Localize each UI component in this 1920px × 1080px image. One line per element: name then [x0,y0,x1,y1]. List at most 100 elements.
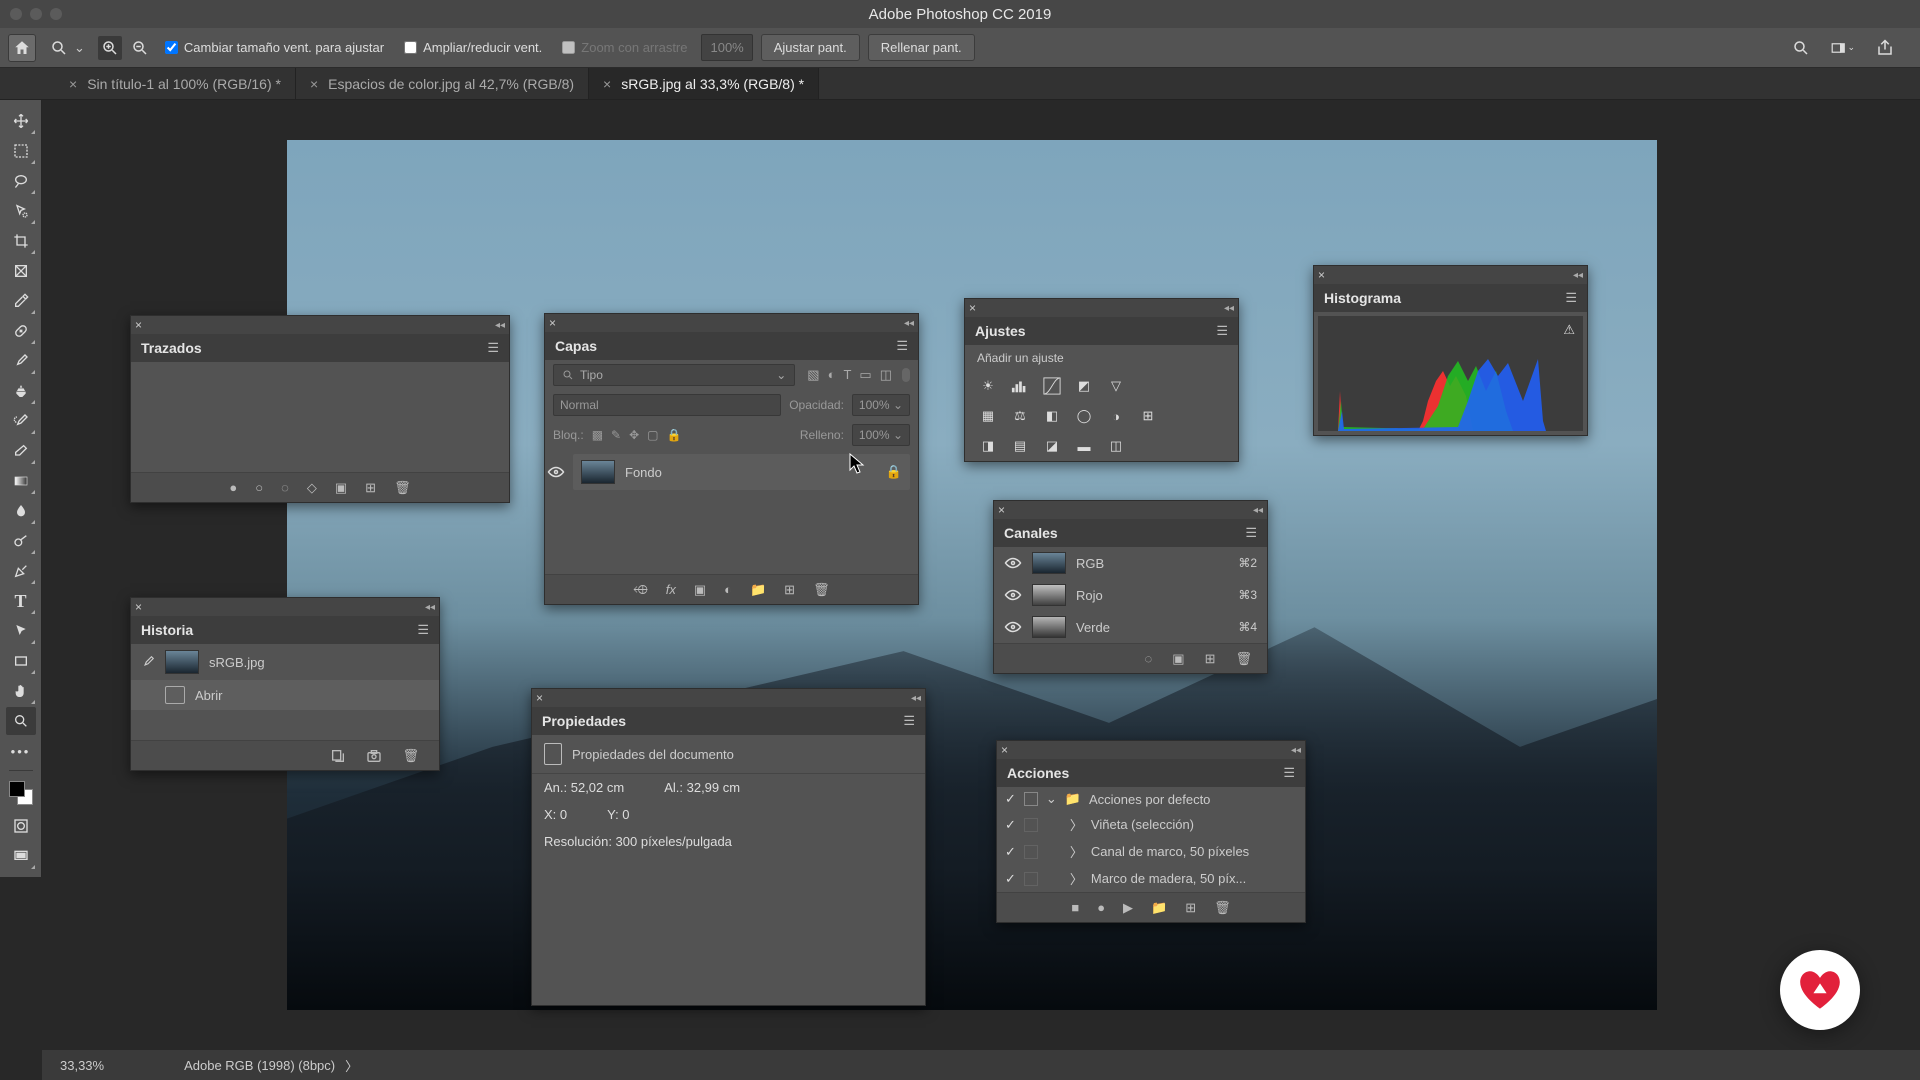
threshold-icon[interactable]: ◪ [1041,435,1063,457]
lasso-tool[interactable] [6,167,36,195]
lock-artboard-icon[interactable]: ▢ [647,428,658,442]
add-mask-icon[interactable]: ▣ [335,480,347,496]
visibility-icon[interactable] [1004,620,1022,634]
collapse-icon[interactable]: ◂◂ [911,693,921,704]
action-row[interactable]: ✓⌄📁Acciones por defecto [997,787,1305,811]
delete-channel-icon[interactable]: 🗑 [1235,651,1252,667]
path-from-selection-icon[interactable]: ◇ [307,480,317,496]
new-action-icon[interactable]: ⊞ [1185,900,1196,916]
bw-icon[interactable]: ◧ [1041,405,1063,427]
stop-icon[interactable]: ■ [1071,900,1079,915]
fit-screen-button[interactable]: Ajustar pant. [761,34,860,61]
filter-shape-icon[interactable]: ▭ [859,367,871,383]
collapse-icon[interactable]: ◂◂ [904,318,914,329]
zoom-out-icon[interactable] [128,36,152,60]
quickmask-icon[interactable] [6,812,36,840]
lock-position-icon[interactable]: ✥ [629,428,639,442]
hue-sat-icon[interactable]: ▦ [977,405,999,427]
collapse-icon[interactable]: ◂◂ [1253,505,1263,516]
marquee-tool[interactable] [6,137,36,165]
clone-stamp-tool[interactable] [6,377,36,405]
quick-select-tool[interactable] [6,197,36,225]
brightness-icon[interactable]: ☀ [977,375,999,397]
layer-thumbnail[interactable] [581,460,615,484]
action-row[interactable]: ✓〉Viñeta (selección) [997,811,1305,838]
edit-toolbar[interactable]: ••• [6,737,36,765]
panel-menu-icon[interactable]: ☰ [487,340,499,356]
close-icon[interactable]: × [549,316,556,330]
zoom-in-icon[interactable] [98,36,122,60]
document-tab[interactable]: ×Espacios de color.jpg al 42,7% (RGB/8) [296,68,589,99]
new-channel-icon[interactable]: ⊞ [1205,651,1216,667]
close-icon[interactable]: × [135,318,142,332]
close-icon[interactable]: × [998,503,1005,517]
delete-layer-icon[interactable]: 🗑 [813,582,830,598]
eraser-tool[interactable] [6,437,36,465]
lock-pixels-icon[interactable]: ✎ [611,428,621,442]
maximize-window-icon[interactable] [50,8,62,20]
hand-tool[interactable] [6,677,36,705]
zoom-tool[interactable] [6,707,36,735]
screenmode-icon[interactable] [6,842,36,870]
toggle-check-icon[interactable]: ✓ [1005,817,1016,833]
channel-mixer-icon[interactable]: ◑ [1105,405,1127,427]
collapse-icon[interactable]: ◂◂ [1573,270,1583,281]
brush-tool[interactable] [6,347,36,375]
create-doc-icon[interactable] [330,748,346,764]
chevron-down-icon[interactable]: ⌄ [1046,791,1057,807]
zoom-tool-icon[interactable] [47,36,71,60]
chevron-right-icon[interactable]: 〉 [1070,869,1083,888]
toggle-check-icon[interactable]: ✓ [1005,871,1016,887]
document-tab[interactable]: ×Sin título-1 al 100% (RGB/16) * [55,68,296,99]
document-tab[interactable]: ×sRGB.jpg al 33,3% (RGB/8) * [589,68,819,99]
opacity-field[interactable]: 100% ⌄ [852,394,910,416]
healing-tool[interactable] [6,317,36,345]
zoom-value-field[interactable]: 100% [701,34,752,61]
toggle-check-icon[interactable]: ✓ [1005,844,1016,860]
delete-path-icon[interactable]: 🗑 [394,480,411,496]
resize-window-checkbox[interactable]: Cambiar tamaño vent. para ajustar [165,40,384,55]
visibility-icon[interactable] [1004,588,1022,602]
layer-item[interactable]: Fondo 🔒 [573,454,910,490]
lock-all-icon[interactable]: 🔒 [667,428,682,442]
play-icon[interactable]: ▶ [1123,900,1133,916]
exposure-icon[interactable]: ◩ [1073,375,1095,397]
frame-tool[interactable] [6,257,36,285]
close-tab-icon[interactable]: × [310,76,318,92]
group-icon[interactable]: 📁 [750,582,766,598]
history-snapshot[interactable]: sRGB.jpg [131,644,439,680]
dialog-toggle-icon[interactable] [1024,845,1038,859]
rectangle-tool[interactable] [6,647,36,675]
dialog-toggle-icon[interactable] [1024,792,1038,806]
close-icon[interactable]: × [135,600,142,614]
filter-toggle[interactable] [902,368,910,382]
invert-icon[interactable]: ◨ [977,435,999,457]
panel-menu-icon[interactable]: ☰ [1565,290,1577,306]
new-path-icon[interactable]: ⊞ [365,480,376,496]
vibrance-icon[interactable]: ▽ [1105,375,1127,397]
cache-warning-icon[interactable]: ⚠ [1563,322,1575,338]
snapshot-icon[interactable] [366,749,382,763]
floating-badge[interactable] [1780,950,1860,1030]
panel-menu-icon[interactable]: ☰ [1245,525,1257,541]
close-icon[interactable]: × [536,691,543,705]
lock-trans-icon[interactable]: ▩ [592,428,603,442]
collapse-icon[interactable]: ◂◂ [1224,303,1234,314]
fill-screen-button[interactable]: Rellenar pant. [868,34,975,61]
pen-tool[interactable] [6,557,36,585]
status-zoom[interactable]: 33,33% [60,1058,104,1073]
channel-row[interactable]: Rojo⌘3 [994,579,1267,611]
color-balance-icon[interactable]: ⚖ [1009,405,1031,427]
collapse-icon[interactable]: ◂◂ [425,602,435,613]
lock-icon[interactable]: 🔒 [886,464,902,480]
action-row[interactable]: ✓〉Marco de madera, 50 píx... [997,865,1305,892]
posterize-icon[interactable]: ▤ [1009,435,1031,457]
link-layers-icon[interactable]: ⬲ [633,582,647,598]
layer-fx-icon[interactable]: fx [666,582,676,597]
new-layer-icon[interactable]: ⊞ [784,582,795,598]
adjustment-layer-icon[interactable]: ◐ [724,582,732,597]
filter-smart-icon[interactable]: ◫ [880,367,892,383]
channel-row[interactable]: RGB⌘2 [994,547,1267,579]
visibility-icon[interactable] [547,465,565,479]
minimize-window-icon[interactable] [30,8,42,20]
